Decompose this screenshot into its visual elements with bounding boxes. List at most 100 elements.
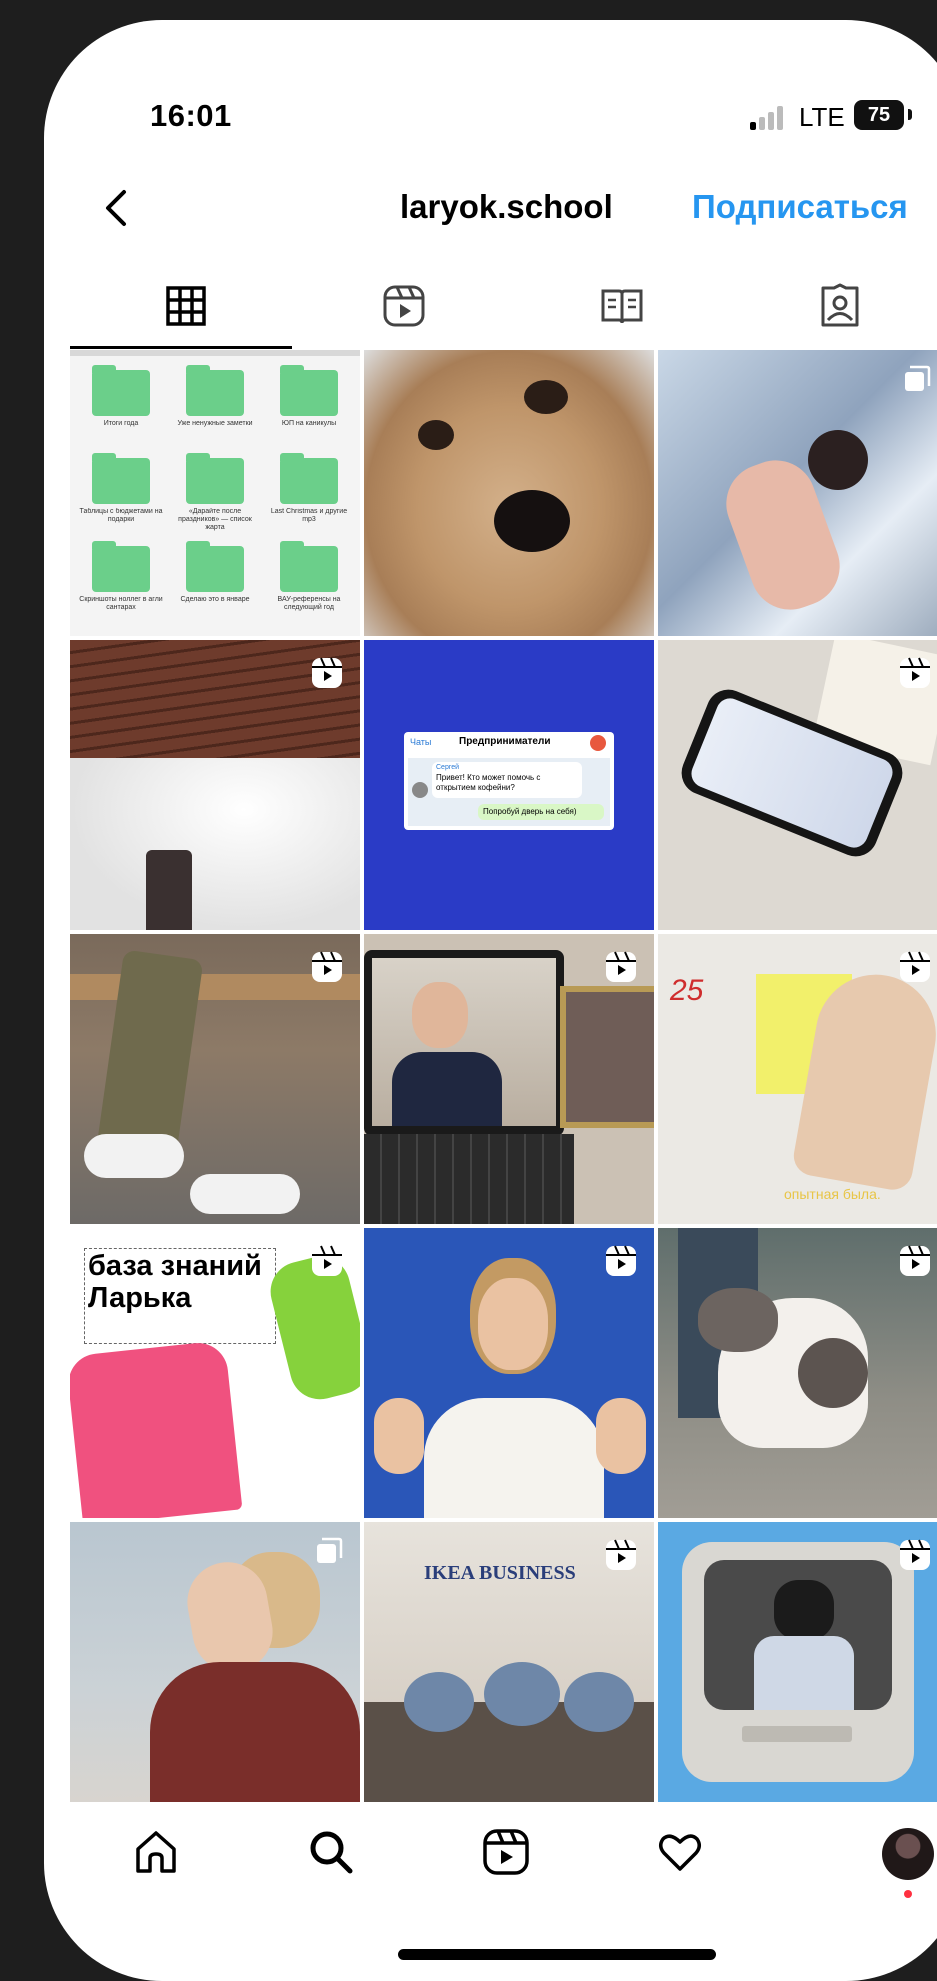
person-suit [392, 1052, 502, 1126]
post-roof-house[interactable] [70, 640, 360, 930]
carousel-icon [905, 365, 931, 391]
post-ikea-sharks[interactable]: IKEA BUSINESS [364, 1522, 654, 1802]
home-indicator [398, 1949, 716, 1960]
folder-icon [280, 541, 338, 592]
post-sneakers[interactable] [70, 934, 360, 1224]
tab-guides[interactable] [592, 276, 652, 336]
woman-hand [374, 1398, 424, 1474]
dog-eye [524, 380, 568, 414]
status-time: 16:01 [150, 98, 232, 133]
sneaker [190, 1174, 300, 1214]
network-label: LTE [799, 102, 845, 132]
search-icon [310, 1831, 353, 1874]
guide-book-icon [601, 289, 643, 324]
post-folders[interactable]: Итоги года Уже ненужные заметки ЮП на кани… [70, 350, 360, 636]
active-tab-indicator [70, 346, 292, 349]
folder-icon [92, 453, 150, 504]
tab-tagged[interactable] [810, 276, 870, 336]
cat-shirt [754, 1636, 854, 1710]
post-woman-talking[interactable] [364, 1228, 654, 1518]
post-laptop-call[interactable] [364, 934, 654, 1224]
folder-icon [186, 453, 244, 504]
dog-nose [494, 490, 570, 552]
post-phone-stickers[interactable] [658, 640, 937, 930]
nav-activity[interactable] [650, 1822, 710, 1882]
folder-label: Итоги года [103, 420, 139, 427]
post-knowledge-base[interactable]: база знаний Ларька [70, 1228, 360, 1518]
folder-tab [92, 541, 116, 549]
follow-button[interactable]: Подписаться [692, 188, 908, 226]
avatar[interactable] [882, 1828, 934, 1880]
carousel-icon [317, 1537, 343, 1563]
folder-label: Last Christmas и другие mp3 [270, 508, 348, 523]
folder-icon [186, 541, 244, 592]
heart-icon [659, 1834, 701, 1871]
woman-face [478, 1278, 548, 1370]
sweater [150, 1662, 360, 1802]
nav-home[interactable] [126, 1822, 186, 1882]
folder-item: «Дарайте после праздников» — список жарт… [170, 452, 260, 536]
person-head [412, 982, 468, 1048]
post-sticky-note[interactable]: 25 опытная была. [658, 934, 937, 1224]
folder-icon [92, 365, 150, 416]
folder-tab [280, 365, 304, 373]
folder-label: Скриншоты ноллег в агли сантарах [79, 596, 163, 611]
post-photoshoot[interactable] [658, 350, 937, 636]
folder-item: Last Christmas и другие mp3 [264, 452, 354, 536]
menu-bar [70, 350, 360, 356]
reels-icon [312, 657, 342, 688]
folder-tab [280, 541, 304, 549]
chat-body: Сергей Привет! Кто может помочь с открыт… [408, 758, 610, 826]
folder-tab [92, 365, 116, 373]
message-text: Привет! Кто может помочь с открытием коф… [436, 773, 541, 792]
wall-sign: IKEA BUSINESS [424, 1562, 576, 1584]
post-dog-office[interactable] [658, 1228, 937, 1518]
dog-head [698, 1288, 778, 1352]
shark-toy [564, 1672, 634, 1732]
nav-search[interactable] [301, 1822, 361, 1882]
shark-toy [484, 1662, 560, 1726]
folder-item: ЮП на каникулы [264, 364, 354, 448]
folder-label: ВАУ-референсы на следующий год [277, 596, 341, 611]
woman-shirt [424, 1398, 604, 1518]
folder-tab [186, 365, 210, 373]
dog-spot [798, 1338, 868, 1408]
incoming-message: Сергей Привет! Кто может помочь с открыт… [432, 762, 582, 798]
chevron-left-icon [106, 190, 126, 226]
post-tv-cat[interactable] [658, 1522, 937, 1802]
reels-icon [900, 1539, 930, 1570]
tv-set [682, 1542, 914, 1782]
post-title: база знаний Ларька [88, 1250, 262, 1314]
tab-grid[interactable] [156, 276, 216, 336]
reels-icon [900, 951, 930, 982]
chat-back: Чаты [410, 737, 432, 747]
back-button[interactable] [94, 184, 142, 232]
tv-screen [704, 1560, 892, 1710]
picture-frame [560, 986, 654, 1128]
folder-icon [280, 453, 338, 504]
dog-eye [418, 420, 454, 450]
folder-label: ЮП на каникулы [281, 420, 337, 427]
pink-bag [70, 1340, 243, 1518]
outgoing-message: Попробуй дверь на себя) [478, 804, 604, 820]
grid-icon [166, 286, 206, 326]
folder-item: Итоги года [76, 364, 166, 448]
post-poodle[interactable] [364, 350, 654, 636]
fluffy-wall [70, 758, 360, 930]
tagged-person-icon [821, 283, 859, 327]
folder-tab [186, 541, 210, 549]
post-portrait[interactable] [70, 1522, 360, 1802]
reels-icon [900, 1245, 930, 1276]
tab-reels[interactable] [374, 276, 434, 336]
post-chat-joke[interactable]: Чаты Предприниматели Сергей Привет! Кто … [364, 640, 654, 930]
reels-icon [312, 1245, 342, 1276]
folder-tab [280, 453, 304, 461]
nav-reels[interactable] [476, 1822, 536, 1882]
reply-text: Попробуй дверь на себя) [483, 807, 577, 816]
reels-icon [900, 657, 930, 688]
video-caption: опытная была. [784, 1186, 881, 1202]
figure-hair [808, 430, 868, 490]
chat-avatar [590, 735, 606, 751]
folder-icon [92, 541, 150, 592]
folder-item: Сделаю это в январе [170, 540, 260, 624]
